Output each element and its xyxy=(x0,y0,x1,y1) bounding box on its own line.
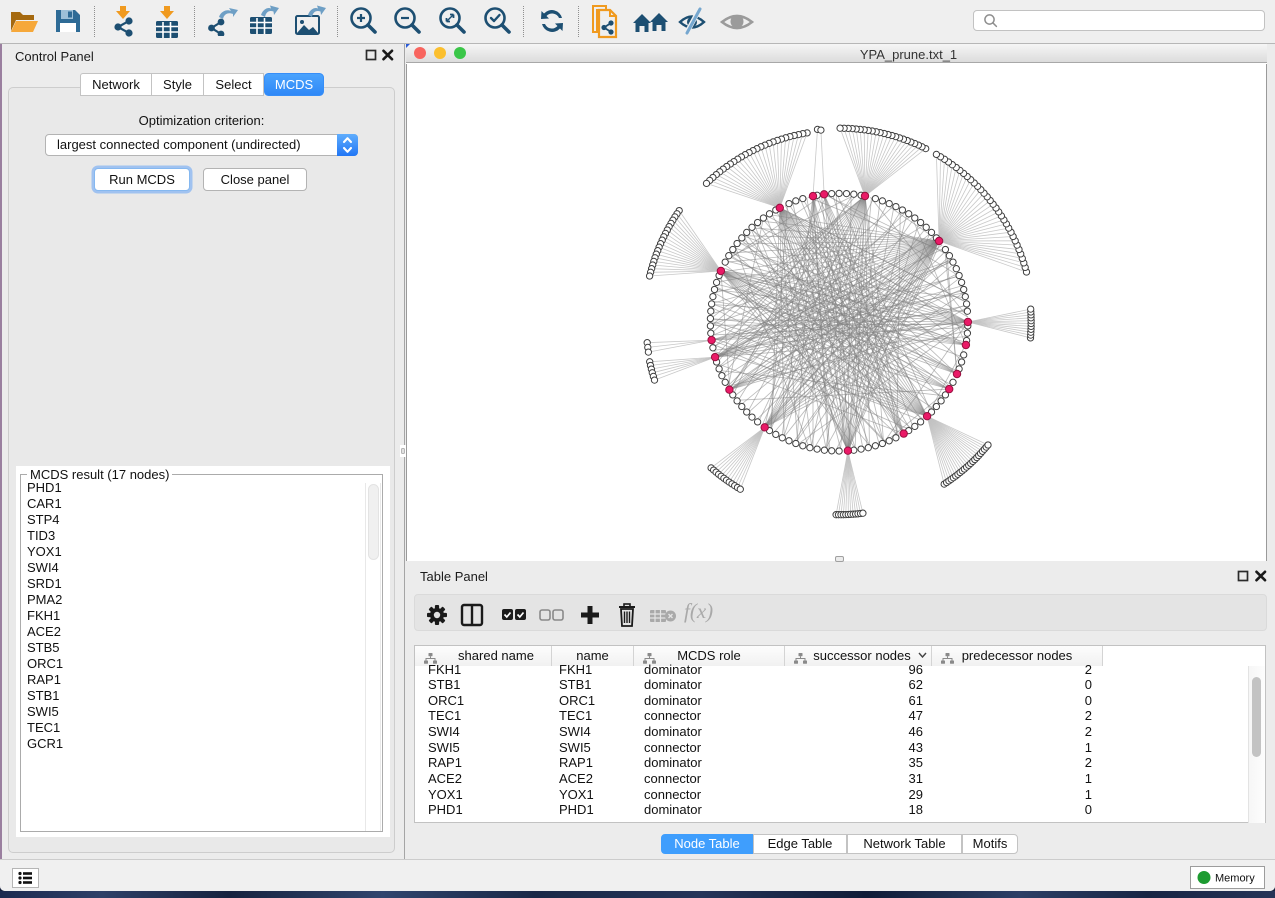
svg-text:Memory: Memory xyxy=(1215,873,1255,885)
